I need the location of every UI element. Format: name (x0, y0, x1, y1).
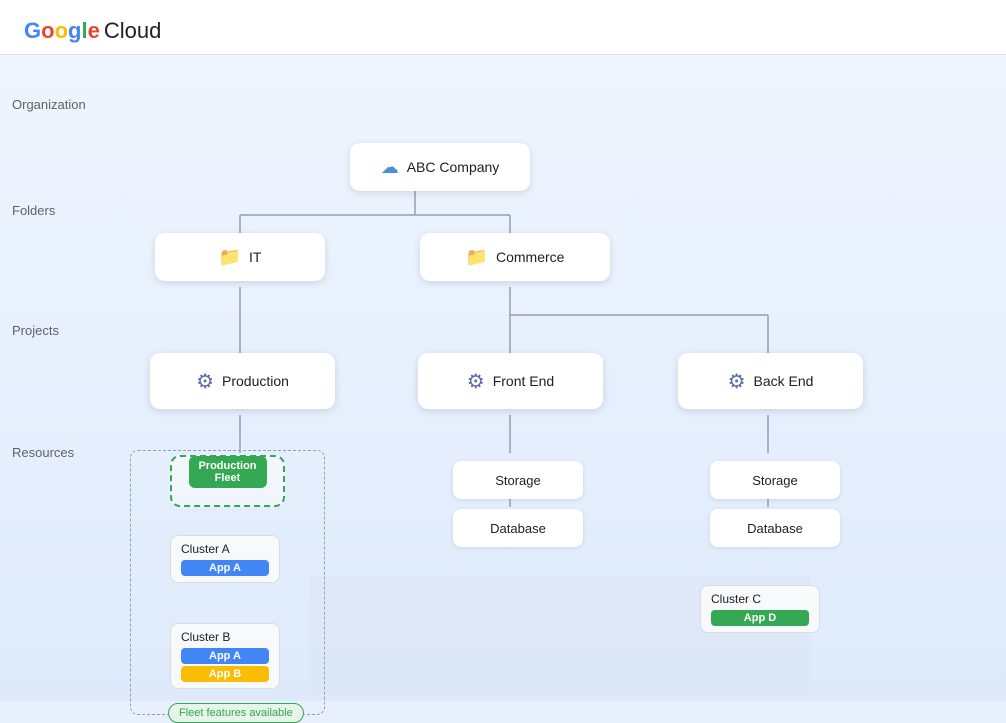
cluster-a-box: Cluster A App A (170, 535, 280, 583)
cluster-a-label: Cluster A (181, 542, 269, 556)
folders-label: Folders (12, 203, 55, 218)
be-storage-box: Storage (710, 461, 840, 499)
cluster-b-app-b: App B (181, 666, 269, 682)
project-production-node: ⚙ Production (150, 353, 335, 409)
project-backend-name: Back End (754, 373, 814, 389)
google-cloud-logo: Google Cloud (24, 18, 982, 44)
org-label: Organization (12, 97, 86, 112)
projects-label: Projects (12, 323, 59, 338)
folder-commerce-node: 📁 Commerce (420, 233, 610, 281)
fe-storage-label: Storage (495, 473, 541, 488)
cluster-c-app-d: App D (711, 610, 809, 626)
fe-database-label: Database (490, 521, 546, 536)
cluster-c-box: Cluster C App D (700, 585, 820, 633)
project-backend-node: ⚙ Back End (678, 353, 863, 409)
org-node: ABC Company (350, 143, 530, 191)
logo-cloud-text: Cloud (104, 18, 161, 44)
cluster-a-app-a: App A (181, 560, 269, 576)
cloud-icon (381, 157, 399, 178)
project-backend-icon: ⚙ (728, 369, 746, 394)
folder-it-icon: 📁 (219, 247, 241, 268)
be-database-box: Database (710, 509, 840, 547)
folder-commerce-icon: 📁 (466, 247, 488, 268)
project-production-icon: ⚙ (196, 369, 214, 394)
fe-database-box: Database (453, 509, 583, 547)
fleet-features-label: Fleet features available (179, 707, 293, 719)
header: Google Cloud (0, 0, 1006, 55)
cluster-b-label: Cluster B (181, 630, 269, 644)
project-frontend-icon: ⚙ (467, 369, 485, 394)
page: Google Cloud Organization Folders Projec… (0, 0, 1006, 701)
fe-storage-box: Storage (453, 461, 583, 499)
project-production-name: Production (222, 373, 289, 389)
cluster-b-box: Cluster B App A App B (170, 623, 280, 689)
cluster-c-label: Cluster C (711, 592, 809, 606)
fleet-box: Production Fleet (170, 455, 285, 507)
fleet-features-badge: Fleet features available (168, 703, 304, 723)
project-frontend-name: Front End (493, 373, 554, 389)
project-frontend-node: ⚙ Front End (418, 353, 603, 409)
folder-it-name: IT (249, 249, 261, 265)
be-database-label: Database (747, 521, 803, 536)
cluster-b-app-a: App A (181, 648, 269, 664)
fleet-header: Production Fleet (188, 456, 266, 488)
logo-google-text: Google (24, 18, 100, 44)
resources-label: Resources (12, 445, 74, 460)
be-storage-label: Storage (752, 473, 798, 488)
folder-commerce-name: Commerce (496, 249, 564, 265)
org-name: ABC Company (407, 159, 500, 175)
folder-it-node: 📁 IT (155, 233, 325, 281)
diagram-area: Organization Folders Projects Resources (0, 55, 1006, 688)
